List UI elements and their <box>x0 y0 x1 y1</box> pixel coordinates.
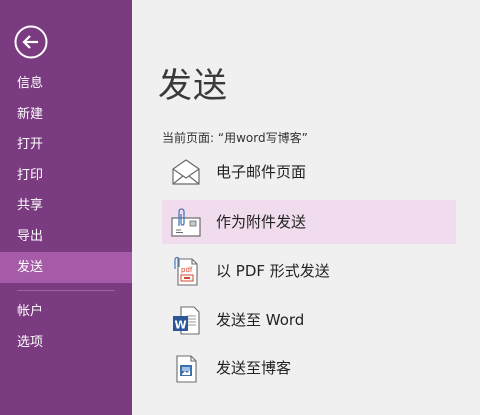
sidebar-item-share[interactable]: 共享 <box>0 190 132 221</box>
sidebar-item-options[interactable]: 选项 <box>0 327 132 358</box>
email-page-label: 电子邮件页面 <box>216 163 307 181</box>
word-document-icon: W <box>173 306 200 335</box>
sidebar-item-send[interactable]: 发送 <box>0 252 132 283</box>
email-page-option[interactable]: 电子邮件页面 <box>162 150 456 194</box>
send-to-blog-option[interactable]: 发送至博客 <box>162 346 456 390</box>
page-title: 发送 <box>158 66 228 106</box>
send-to-word-label: 发送至 Word <box>216 311 305 329</box>
blog-document-icon <box>176 355 197 383</box>
send-as-attachment-option[interactable]: 作为附件发送 <box>162 200 456 244</box>
sidebar-item-info[interactable]: 信息 <box>0 68 132 99</box>
sidebar-item-print[interactable]: 打印 <box>0 160 132 191</box>
svg-text:W: W <box>175 319 187 332</box>
send-as-pdf-label: 以 PDF 形式发送 <box>216 262 330 280</box>
send-to-blog-label: 发送至博客 <box>216 359 292 377</box>
envelope-icon <box>172 159 200 185</box>
pdf-icon: pdf <box>174 256 198 286</box>
current-page-label: 当前页面: “用word写博客” <box>162 131 308 145</box>
sidebar-item-new[interactable]: 新建 <box>0 99 132 130</box>
send-to-word-option[interactable]: W 发送至 Word <box>162 298 456 342</box>
sidebar-item-open[interactable]: 打开 <box>0 129 132 160</box>
back-button[interactable] <box>14 25 48 59</box>
svg-text:pdf: pdf <box>181 266 193 274</box>
sidebar-item-account[interactable]: 帐户 <box>0 296 132 327</box>
send-as-attachment-label: 作为附件发送 <box>216 213 307 231</box>
back-arrow-icon <box>14 25 48 59</box>
send-as-pdf-option[interactable]: pdf 以 PDF 形式发送 <box>162 249 456 293</box>
backstage-sidebar: 信息 新建 打开 打印 共享 导出 发送 帐户 选项 <box>0 0 132 415</box>
sidebar-divider <box>17 290 115 291</box>
sidebar-item-export[interactable]: 导出 <box>0 221 132 252</box>
attachment-envelope-icon <box>171 208 201 237</box>
